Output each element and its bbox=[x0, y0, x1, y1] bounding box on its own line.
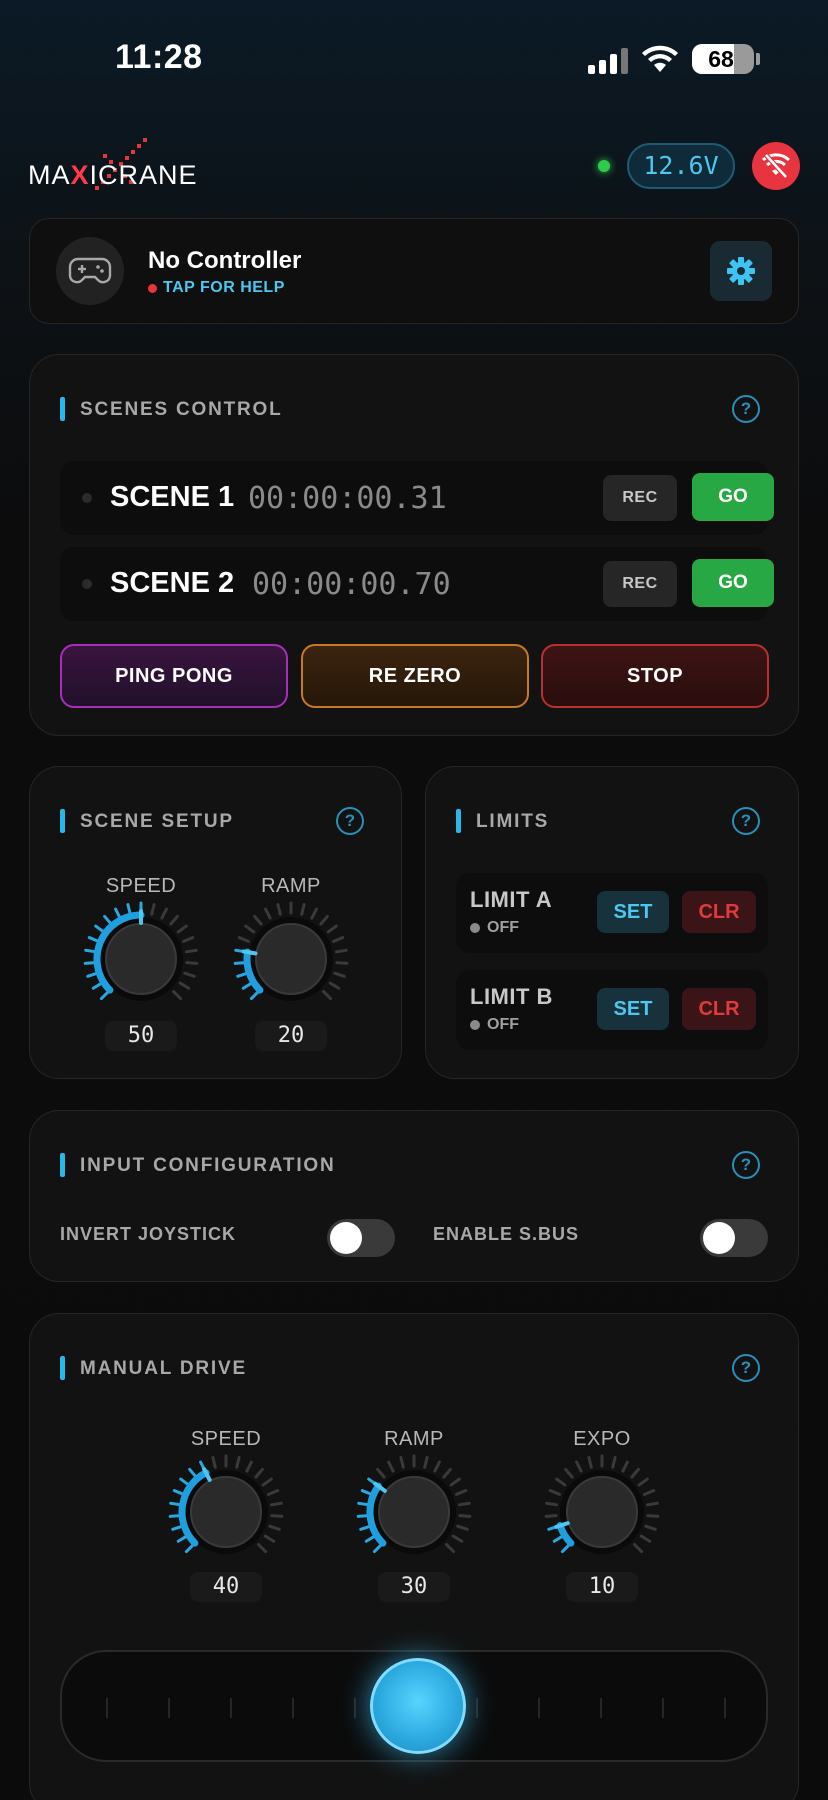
input-configuration-card: INPUT CONFIGURATION ? INVERT JOYSTICK EN… bbox=[29, 1110, 799, 1282]
drive-speed-value: 40 bbox=[190, 1572, 262, 1602]
wifi-off-icon bbox=[762, 153, 790, 179]
manual-drive-slider[interactable] bbox=[60, 1650, 768, 1762]
enable-sbus-toggle[interactable] bbox=[700, 1219, 768, 1257]
scene-name: SCENE 2 bbox=[110, 567, 235, 599]
limit-a-row: LIMIT A OFF SET CLR bbox=[456, 873, 768, 953]
re-zero-button[interactable]: RE ZERO bbox=[301, 644, 529, 708]
scene-setup-card: SCENE SETUP ? SPEED 50 RAMP 20 bbox=[29, 766, 402, 1079]
scene-time: 00:00:00.70 bbox=[252, 567, 451, 602]
scene-time: 00:00:00.31 bbox=[248, 481, 447, 516]
enable-sbus-label: ENABLE S.BUS bbox=[433, 1224, 580, 1244]
setup-speed-knob[interactable] bbox=[81, 899, 201, 1024]
limit-name: LIMIT A bbox=[470, 887, 553, 912]
limit-state: OFF bbox=[487, 1016, 519, 1033]
settings-button[interactable] bbox=[710, 241, 772, 301]
drive-ramp-label: RAMP bbox=[384, 1428, 444, 1450]
gear-icon bbox=[727, 257, 755, 285]
setup-speed-value: 50 bbox=[105, 1021, 177, 1051]
scenes-help-icon[interactable]: ? bbox=[732, 395, 760, 423]
setup-ramp-label: RAMP bbox=[261, 875, 321, 897]
drive-expo-label: EXPO bbox=[573, 1428, 631, 1450]
scenes-control-card: SCENES CONTROL ? SCENE 1 00:00:00.31 REC… bbox=[29, 354, 799, 736]
drive-speed-label: SPEED bbox=[190, 1428, 262, 1450]
limits-title: LIMITS bbox=[456, 809, 549, 833]
maxicrane-logo: MAXICRANE bbox=[28, 132, 238, 202]
scene-status-dot bbox=[82, 493, 92, 503]
limit-b-row: LIMIT B OFF SET CLR bbox=[456, 970, 768, 1050]
scene-1-rec-button[interactable]: REC bbox=[603, 475, 677, 521]
drive-speed-knob[interactable] bbox=[166, 1452, 286, 1577]
logo-text-x: X bbox=[70, 160, 90, 190]
scene-status-dot bbox=[82, 579, 92, 589]
gamepad-icon bbox=[68, 257, 112, 284]
scene-row-2: SCENE 2 00:00:00.70 REC GO bbox=[60, 547, 774, 621]
controller-title: No Controller bbox=[148, 247, 302, 274]
limit-b-clear-button[interactable]: CLR bbox=[682, 988, 756, 1030]
status-bar: 11:28 68 bbox=[0, 0, 828, 110]
manual-drive-card: MANUAL DRIVE ? SPEED 40 RAMP 30 EXPO 10 bbox=[29, 1313, 799, 1800]
limit-b-set-button[interactable]: SET bbox=[597, 988, 669, 1030]
controller-card[interactable]: No Controller TAP FOR HELP bbox=[29, 218, 799, 324]
battery-level: 68 bbox=[708, 46, 734, 72]
manual-drive-title: MANUAL DRIVE bbox=[60, 1356, 247, 1380]
drive-expo-value: 10 bbox=[566, 1572, 638, 1602]
limit-name: LIMIT B bbox=[470, 984, 553, 1009]
knob-pointer bbox=[241, 949, 258, 956]
limit-state-dot bbox=[470, 1020, 480, 1030]
scene-1-go-button[interactable]: GO bbox=[692, 473, 774, 521]
input-config-title: INPUT CONFIGURATION bbox=[60, 1153, 336, 1177]
invert-joystick-label: INVERT JOYSTICK bbox=[60, 1224, 237, 1244]
scene-setup-title: SCENE SETUP bbox=[60, 809, 234, 833]
limits-card: LIMITS ? LIMIT A OFF SET CLR LIMIT B OFF… bbox=[425, 766, 799, 1079]
controller-help-label: TAP FOR HELP bbox=[163, 279, 285, 296]
scene-2-rec-button[interactable]: REC bbox=[603, 561, 677, 607]
setup-speed-label: SPEED bbox=[105, 875, 177, 897]
logo-text-2: ICRANE bbox=[89, 160, 198, 190]
drive-ramp-knob[interactable] bbox=[354, 1452, 474, 1577]
logo-text-1: MA bbox=[28, 160, 71, 190]
limits-help-icon[interactable]: ? bbox=[732, 807, 760, 835]
controller-avatar bbox=[56, 237, 124, 305]
scene-2-go-button[interactable]: GO bbox=[692, 559, 774, 607]
limit-a-set-button[interactable]: SET bbox=[597, 891, 669, 933]
drive-expo-knob[interactable] bbox=[542, 1452, 662, 1577]
manual-drive-help-icon[interactable]: ? bbox=[732, 1354, 760, 1382]
wifi-icon bbox=[642, 45, 678, 72]
ping-pong-button[interactable]: PING PONG bbox=[60, 644, 288, 708]
scene-name: SCENE 1 bbox=[110, 481, 235, 513]
slider-thumb[interactable] bbox=[370, 1658, 466, 1754]
scene-setup-help-icon[interactable]: ? bbox=[336, 807, 364, 835]
scene-row-1: SCENE 1 00:00:00.31 REC GO bbox=[60, 461, 774, 535]
controller-help-link[interactable]: TAP FOR HELP bbox=[148, 279, 285, 297]
connection-status-dot bbox=[598, 160, 610, 172]
status-time: 11:28 bbox=[115, 38, 203, 76]
setup-ramp-value: 20 bbox=[255, 1021, 327, 1051]
limit-a-clear-button[interactable]: CLR bbox=[682, 891, 756, 933]
cellular-signal-icon bbox=[588, 48, 628, 74]
stop-button[interactable]: STOP bbox=[541, 644, 769, 708]
invert-joystick-toggle[interactable] bbox=[327, 1219, 395, 1257]
wifi-off-button[interactable] bbox=[752, 142, 800, 190]
knob-dial bbox=[83, 901, 199, 1001]
voltage-badge: 12.6V bbox=[627, 143, 735, 189]
knob-dial bbox=[356, 1454, 472, 1554]
drive-ramp-value: 30 bbox=[378, 1572, 450, 1602]
knob-dial bbox=[168, 1454, 284, 1554]
limit-state: OFF bbox=[487, 919, 519, 936]
knob-dial bbox=[233, 901, 349, 1001]
input-config-help-icon[interactable]: ? bbox=[732, 1151, 760, 1179]
knob-dial bbox=[544, 1454, 660, 1554]
setup-ramp-knob[interactable] bbox=[231, 899, 351, 1024]
limit-state-dot bbox=[470, 923, 480, 933]
scenes-control-title: SCENES CONTROL bbox=[60, 397, 283, 421]
battery-icon: 68 bbox=[692, 44, 754, 74]
disconnected-dot bbox=[148, 283, 157, 293]
